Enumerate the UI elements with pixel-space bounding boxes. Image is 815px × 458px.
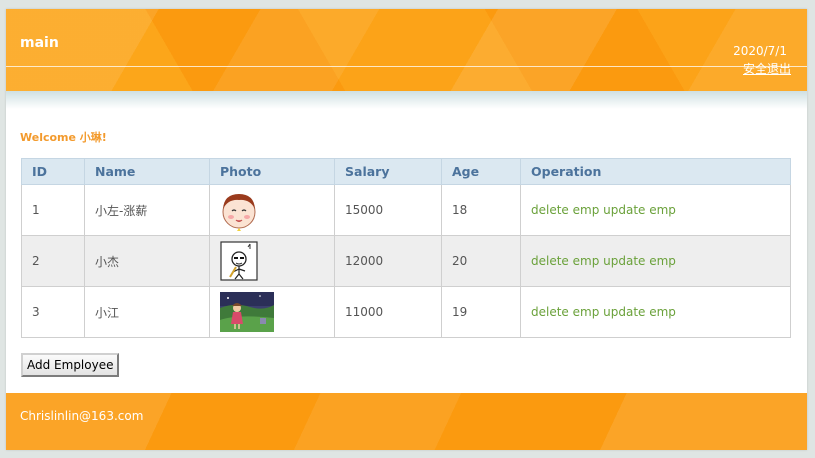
cell-salary: 11000 [334, 286, 442, 338]
cell-operation: delete emp update emp [520, 184, 791, 236]
cell-id: 2 [21, 235, 85, 287]
table-row: 2 小杰 12000 20 delete emp update emp [21, 235, 791, 287]
table-row: 1 小左-涨薪 15000 18 delete emp update emp [21, 184, 791, 236]
employee-photo [222, 194, 256, 231]
welcome-message: Welcome 小琳! [20, 131, 107, 144]
cell-id: 3 [21, 286, 85, 338]
cell-photo [209, 184, 335, 236]
cell-age: 18 [441, 184, 521, 236]
app-title: main [20, 35, 59, 51]
header-date: 2020/7/1 [733, 44, 787, 58]
employee-table: ID Name Photo Salary Age Operation 1 小左-… [21, 158, 791, 338]
page-frame: main 2020/7/1 安全退出 Welcome 小琳! ID Name P… [6, 9, 807, 450]
cell-photo [209, 235, 335, 287]
header-divider [6, 66, 807, 67]
cell-age: 20 [441, 235, 521, 287]
update-emp-link[interactable]: update emp [603, 203, 676, 217]
delete-emp-link[interactable]: delete emp [531, 305, 599, 319]
column-header-salary: Salary [334, 158, 442, 185]
employee-photo [220, 241, 258, 281]
cell-operation: delete emp update emp [520, 286, 791, 338]
cell-salary: 12000 [334, 235, 442, 287]
update-emp-link[interactable]: update emp [603, 305, 676, 319]
footer-email: Chrislinlin@163.com [20, 409, 144, 423]
cell-id: 1 [21, 184, 85, 236]
cell-salary: 15000 [334, 184, 442, 236]
logout-link[interactable]: 安全退出 [743, 60, 791, 77]
cell-name: 小左-涨薪 [84, 184, 210, 236]
table-row: 3 小江 11000 19 delete emp update emp [21, 286, 791, 338]
header: main 2020/7/1 安全退出 [6, 9, 807, 91]
cell-name: 小江 [84, 286, 210, 338]
delete-emp-link[interactable]: delete emp [531, 203, 599, 217]
delete-emp-link[interactable]: delete emp [531, 254, 599, 268]
column-header-name: Name [84, 158, 210, 185]
column-header-id: ID [21, 158, 85, 185]
column-header-operation: Operation [520, 158, 791, 185]
column-header-photo: Photo [209, 158, 335, 185]
column-header-age: Age [441, 158, 521, 185]
cell-photo [209, 286, 335, 338]
footer: Chrislinlin@163.com [6, 393, 807, 450]
cell-age: 19 [441, 286, 521, 338]
add-employee-button[interactable]: Add Employee [21, 353, 120, 377]
update-emp-link[interactable]: update emp [603, 254, 676, 268]
table-header-row: ID Name Photo Salary Age Operation [21, 158, 791, 185]
employee-photo [220, 292, 274, 332]
cell-operation: delete emp update emp [520, 235, 791, 287]
cell-name: 小杰 [84, 235, 210, 287]
header-shadow [6, 91, 807, 109]
